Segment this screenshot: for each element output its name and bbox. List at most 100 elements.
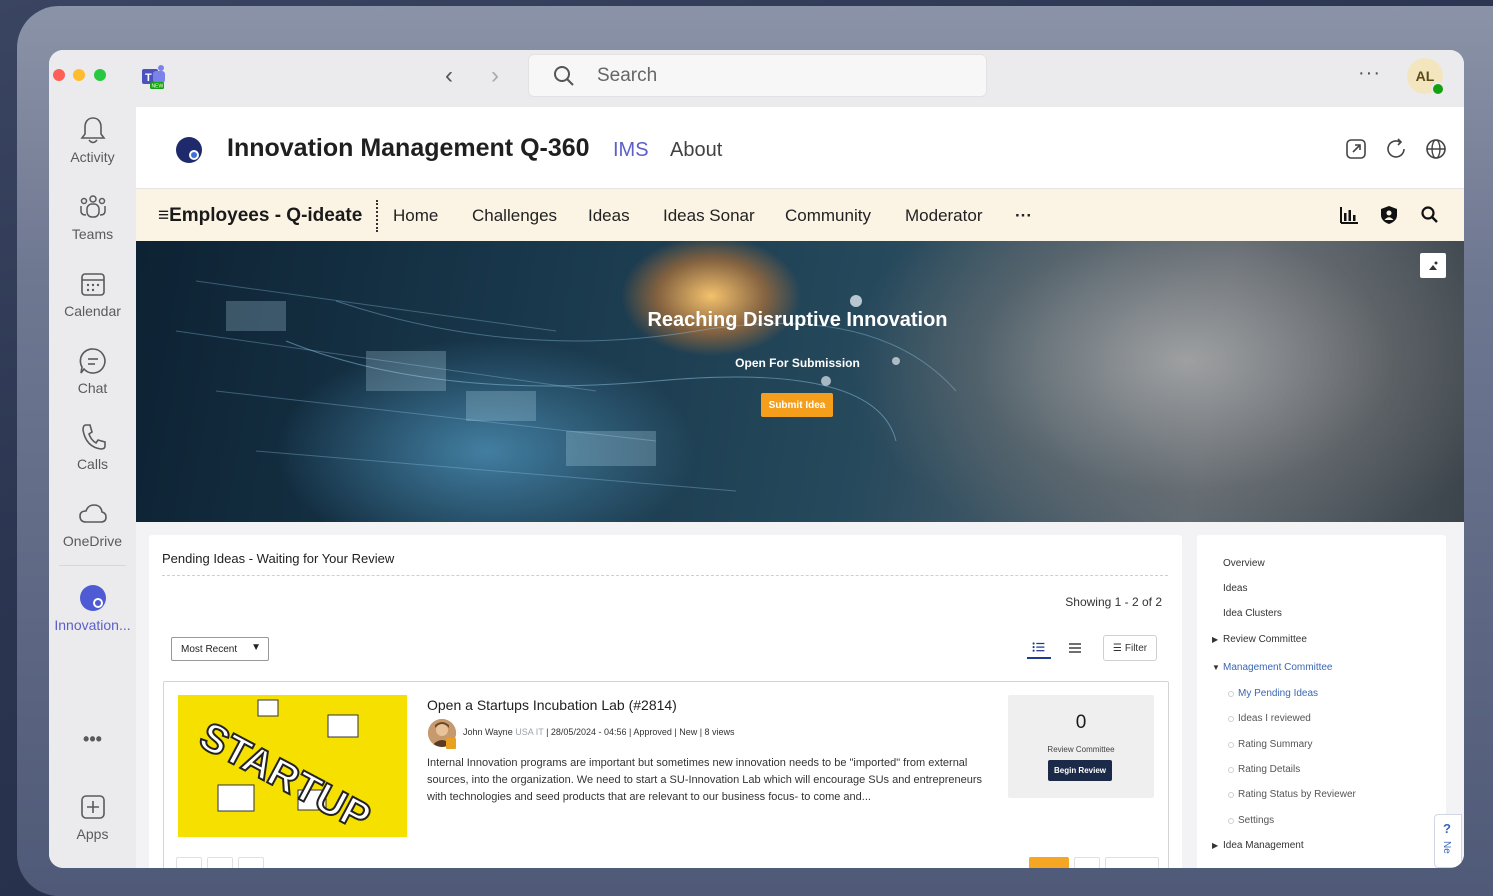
startup-illustration: STARTUP [178,695,407,837]
side-item-settings[interactable]: Settings [1227,815,1274,826]
rail-label: OneDrive [62,533,123,549]
side-item-overview[interactable]: Overview [1223,558,1265,569]
begin-review-button[interactable]: Begin Review [1048,760,1112,781]
rail-item-calls[interactable]: Calls [49,422,136,472]
pager-button[interactable] [1074,857,1100,868]
rail-label: Activity [70,149,115,165]
rail-item-innovation[interactable]: Innovation... [49,583,136,633]
rail-item-calendar[interactable]: Calendar [49,269,136,319]
nav-link-ideas-sonar[interactable]: Ideas Sonar [663,206,755,226]
rail-divider [59,565,126,566]
caret-down-icon: ▼ [1212,663,1220,672]
hero-title: Reaching Disruptive Innovation [647,309,948,331]
more-options-icon[interactable]: ··· [1358,62,1381,85]
pager-button[interactable] [238,857,264,868]
side-item-rating-details[interactable]: Rating Details [1227,764,1300,775]
rail-label: Calls [76,456,109,472]
shield-user-icon[interactable] [1379,205,1399,225]
side-item-ideas-reviewed[interactable]: Ideas I reviewed [1228,713,1311,724]
left-rail: Activity Teams Calendar Chat Calls OneDr… [49,107,136,868]
nav-divider [376,200,378,232]
side-item-review-committee[interactable]: ▶ Review Committee [1212,634,1307,645]
side-item-management-committee[interactable]: ▼ Management Committee [1212,662,1333,673]
caret-right-icon: ▶ [1212,841,1219,850]
author-location: USA IT [515,727,544,737]
svg-text:NEW: NEW [152,84,164,90]
compact-view-icon[interactable] [1063,639,1087,659]
side-item-label: Idea Management [1223,840,1304,851]
idea-description: Internal Innovation programs are importa… [427,757,983,803]
close-window-button[interactable] [53,69,65,81]
forward-arrow-icon[interactable]: › [491,64,499,88]
bar-chart-icon[interactable] [1339,205,1359,225]
search-icon[interactable] [1420,205,1440,225]
title-bar: T NEW ‹ › ··· AL [49,50,1464,107]
filter-label: Filter [1124,642,1148,654]
hero-background-image [175,280,957,492]
search-box[interactable] [528,54,987,97]
side-item-idea-management[interactable]: ▶ Idea Management [1212,840,1304,851]
avatar-initials: AL [1415,68,1435,84]
back-arrow-icon[interactable]: ‹ [445,64,453,88]
rail-item-activity[interactable]: Activity [49,115,136,165]
nav-link-home[interactable]: Home [393,206,438,226]
side-item-ideas[interactable]: Ideas [1223,583,1247,594]
hero-subtitle: Open For Submission [735,356,860,370]
teams-window: T NEW ‹ › ··· AL Activity [49,50,1464,868]
user-avatar[interactable]: AL [1407,58,1445,96]
nav-more-icon[interactable]: ··· [1015,206,1032,226]
rail-item-onedrive[interactable]: OneDrive [49,499,136,549]
submit-idea-button[interactable]: Submit Idea [761,393,833,417]
pager-button[interactable] [207,857,233,868]
more-apps-icon[interactable]: ••• [49,729,136,750]
badge-icon [446,738,456,749]
hero-banner: Reaching Disruptive Innovation Open For … [136,241,1464,522]
apps-plus-icon [80,795,105,819]
side-item-rating-summary[interactable]: Rating Summary [1227,739,1312,750]
help-tab[interactable]: ? Ne [1434,814,1462,868]
maximize-window-button[interactable] [94,69,106,81]
nav-link-challenges[interactable]: Challenges [472,206,557,226]
side-item-my-pending-ideas[interactable]: My Pending Ideas [1227,688,1318,699]
edit-banner-button[interactable] [1420,253,1446,278]
idea-title[interactable]: Open a Startups Incubation Lab (#2814) [427,697,677,713]
side-item-label: Review Committee [1223,634,1307,645]
nav-link-community[interactable]: Community [785,206,871,226]
search-input[interactable] [597,63,957,89]
filter-icon: ☰ [1112,642,1122,654]
pager-button[interactable] [176,857,202,868]
filter-button[interactable]: ☰ Filter [1103,635,1157,661]
idea-card[interactable]: STARTUP Open a Startups Incubation Lab (… [163,681,1169,868]
author-name[interactable]: John Wayne [463,727,513,737]
popout-icon[interactable] [1344,137,1368,161]
pager-button[interactable] [1105,857,1159,868]
sort-select[interactable]: Most Recent ▼ [171,637,269,661]
rail-item-chat[interactable]: Chat [49,346,136,396]
calendar-icon [80,273,105,296]
nav-link-ideas[interactable]: Ideas [588,206,630,226]
pending-ideas-panel: Pending Ideas - Waiting for Your Review … [149,535,1182,868]
minimize-window-button[interactable] [73,69,85,81]
side-item-rating-status[interactable]: Rating Status by Reviewer [1228,789,1356,800]
list-view-icon[interactable] [1027,639,1051,659]
rail-label: Calendar [64,303,121,319]
search-icon [554,66,574,86]
globe-icon[interactable] [1424,137,1448,161]
nav-brand-menu[interactable]: ≡Employees - Q-ideate [158,205,362,227]
side-item-idea-clusters[interactable]: Idea Clusters [1223,608,1282,619]
panel-divider [162,575,1168,576]
tab-ims[interactable]: IMS [613,139,649,162]
rail-item-teams[interactable]: Teams [49,192,136,242]
idea-thumbnail: STARTUP [178,695,407,837]
chevron-down-icon: ▼ [251,642,261,653]
tab-about[interactable]: About [670,139,722,162]
nav-link-moderator[interactable]: Moderator [905,206,982,226]
caret-right-icon: ▶ [1212,635,1219,644]
image-edit-icon [1429,261,1438,270]
review-score-label: Review Committee [1047,745,1115,754]
rail-item-apps[interactable]: Apps [49,792,136,842]
refresh-icon[interactable] [1384,137,1408,161]
pager-active-button[interactable] [1029,857,1069,868]
rail-label: Chat [77,380,108,396]
panel-title: Pending Ideas - Waiting for Your Review [162,551,395,566]
